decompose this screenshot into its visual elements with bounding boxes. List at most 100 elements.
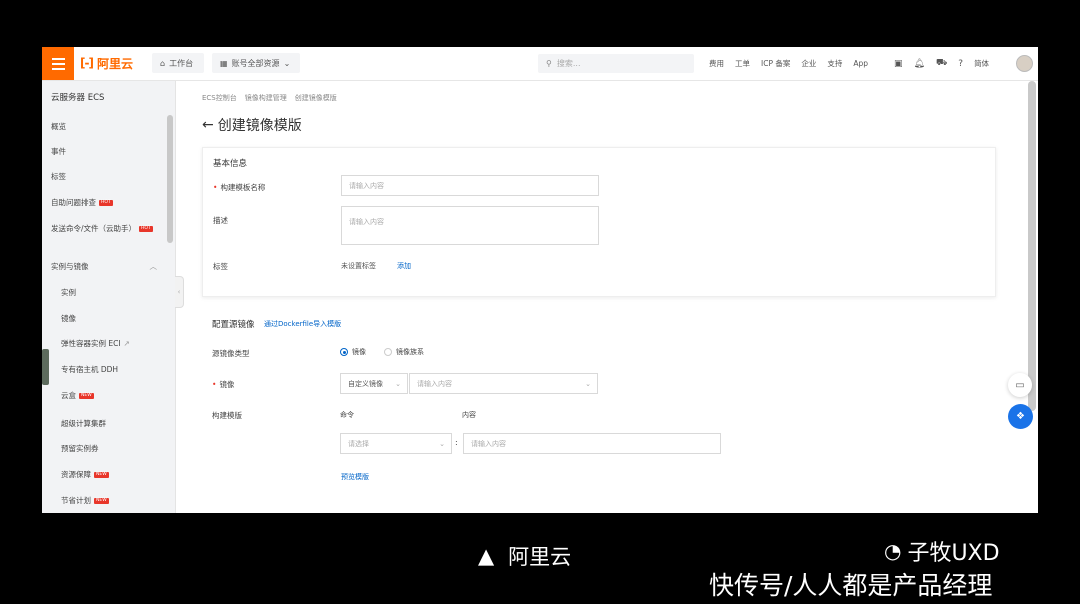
new-badge: NEW	[79, 392, 94, 399]
image-type-select[interactable]: 自定义镜像 ⌄	[340, 373, 408, 394]
source-type-option-family[interactable]: 镜像族系	[384, 347, 424, 357]
bell-icon[interactable]: 🔔︎	[914, 59, 925, 69]
top-navigation-bar: [-] 阿里云 ⌂ 工作台 ▦ 账号全部资源 ⌄ ⚲ 搜索... 费用 工单 I…	[42, 47, 1038, 81]
top-nav-links: 费用 工单 ICP 备案 企业 支持 App	[709, 47, 868, 80]
sidebar-item-overview[interactable]: 概览	[51, 121, 66, 132]
sidebar-item-events[interactable]: 事件	[51, 146, 66, 157]
sidebar-item-assurance[interactable]: 资源保障 NEW	[61, 469, 109, 480]
chevron-down-icon: ⌄	[395, 379, 401, 388]
chevron-down-icon: ⌄	[585, 379, 591, 388]
breadcrumb-ecs-console[interactable]: ECS控制台	[202, 93, 237, 103]
source-type-option-label: 镜像	[352, 348, 366, 356]
chat-icon[interactable]: ▭	[1008, 373, 1032, 397]
source-type-option-label: 镜像族系	[396, 348, 424, 356]
logo-text: 阿里云	[96, 56, 133, 71]
command-content-separator: :	[455, 438, 458, 447]
sidebar-item-label: 节省计划	[61, 496, 91, 505]
sidebar-item-eci[interactable]: 弹性容器实例 ECI ↗	[61, 338, 130, 349]
content-column-header: 内容	[462, 411, 476, 419]
nav-link-app[interactable]: App	[853, 59, 868, 68]
nav-link-support[interactable]: 支持	[827, 58, 842, 69]
help-icon[interactable]: ?	[958, 59, 963, 69]
sidebar-item-savings-plan[interactable]: 节省计划 NEW	[61, 495, 109, 506]
content-input[interactable]: 请输入内容	[463, 433, 721, 454]
build-template-label: 构建模版	[212, 411, 242, 420]
sidebar-item-images[interactable]: 镜像	[61, 313, 76, 324]
breadcrumb-image-builder[interactable]: 镜像构建管理	[245, 93, 287, 103]
tags-label: 标签	[213, 262, 228, 271]
sidebar-item-label: 实例	[61, 288, 76, 297]
nav-link-ticket[interactable]: 工单	[735, 58, 750, 69]
breadcrumb: ECS控制台 镜像构建管理 创建镜像模版	[202, 93, 337, 103]
sidebar-item-label: 自助问题排查	[51, 198, 96, 207]
wechat-icon: ◔	[884, 539, 902, 563]
sidebar-item-instances[interactable]: 实例	[61, 287, 76, 298]
site-watermark: 快传号/人人都是产品经理	[709, 571, 993, 600]
sidebar-item-troubleshoot[interactable]: 自助问题排查 HOT	[51, 197, 113, 208]
search-input[interactable]: ⚲ 搜索...	[538, 54, 694, 73]
sidebar-item-label: 资源保障	[61, 470, 91, 479]
caption-text: 阿里云	[508, 545, 572, 569]
template-name-input[interactable]: 请输入内容	[341, 175, 599, 196]
language-switch[interactable]: 简体	[974, 58, 989, 69]
sidebar-section-instances-images[interactable]: 实例与镜像 ︿	[51, 261, 157, 272]
sidebar-item-label: 云盒	[61, 391, 76, 400]
nav-link-billing[interactable]: 费用	[709, 58, 724, 69]
menu-icon[interactable]	[42, 47, 74, 80]
preview-template-link[interactable]: 预览模版	[341, 472, 369, 482]
image-search-input[interactable]: 请输入内容 ⌄	[409, 373, 598, 394]
source-type-label: 源镜像类型	[212, 349, 250, 358]
account-resources-dropdown[interactable]: ▦ 账号全部资源 ⌄	[212, 53, 300, 73]
sidebar-item-tags[interactable]: 标签	[51, 171, 66, 182]
search-placeholder: 搜索...	[556, 59, 581, 68]
sidebar-scrollbar[interactable]	[167, 115, 173, 243]
sidebar-item-reserved[interactable]: 预留实例券	[61, 443, 99, 454]
nav-link-icp[interactable]: ICP 备案	[761, 58, 790, 69]
basic-info-card: 基本信息 构建模板名称 请输入内容 描述 请输入内容 标签 未设置标签 添加	[202, 147, 996, 297]
sidebar-item-scc[interactable]: 超级计算集群	[61, 418, 106, 429]
dockerfile-import-link[interactable]: 通过Dockerfile导入模版	[264, 319, 341, 329]
avatar[interactable]	[1016, 55, 1033, 72]
home-icon: ⌂	[160, 58, 166, 68]
search-icon: ⚲	[546, 59, 552, 68]
sidebar-section-label: 实例与镜像	[51, 262, 89, 271]
sidebar-item-cloudbox[interactable]: 云盒 NEW	[61, 390, 94, 401]
cart-icon[interactable]: ⛟	[936, 58, 947, 69]
image-label: 镜像	[212, 379, 234, 390]
command-select-placeholder: 请选择	[348, 439, 369, 448]
sidebar-item-label: 标签	[51, 172, 66, 181]
description-textarea[interactable]: 请输入内容	[341, 206, 599, 245]
chevron-down-icon: ⌄	[439, 439, 445, 448]
back-arrow-icon[interactable]: ←	[202, 117, 214, 133]
sidebar-item-label: 镜像	[61, 314, 76, 323]
workbench-button[interactable]: ⌂ 工作台	[152, 53, 204, 73]
command-select[interactable]: 请选择 ⌄	[340, 433, 452, 454]
chevron-left-icon: ‹	[177, 288, 181, 296]
nav-link-enterprise[interactable]: 企业	[801, 58, 816, 69]
account-resources-label: 账号全部资源	[231, 58, 280, 68]
description-label: 描述	[213, 216, 228, 225]
source-image-title: 配置源镜像	[212, 320, 255, 330]
apps-icon[interactable]: ❖	[1008, 404, 1033, 429]
chevron-down-icon: ⌄	[283, 58, 291, 68]
sidebar-item-ddh[interactable]: 专有宿主机 DDH	[61, 364, 118, 375]
side-pull-tab[interactable]	[42, 349, 49, 385]
author-name: 子牧UXD	[907, 541, 1000, 566]
image-search-placeholder: 请输入内容	[417, 379, 452, 388]
top-nav-icons: ▣ 🔔︎ ⛟ ? 简体	[894, 47, 989, 80]
template-name-label: 构建模板名称	[213, 182, 265, 193]
add-tag-link[interactable]: 添加	[397, 261, 411, 271]
sidebar-item-send-command[interactable]: 发送命令/文件（云助手） HOT	[51, 223, 153, 234]
new-badge: NEW	[94, 471, 109, 478]
page-title-text: 创建镜像模版	[217, 118, 302, 134]
source-type-option-image[interactable]: 镜像	[340, 347, 366, 357]
aliyun-logo[interactable]: [-] 阿里云	[80, 55, 133, 71]
sidebar-item-label: 预留实例券	[61, 444, 99, 453]
main-scrollbar[interactable]	[1028, 81, 1036, 411]
sidebar-item-label: 事件	[51, 147, 66, 156]
sidebar-title: 云服务器 ECS	[51, 93, 105, 103]
sidebar-collapse-handle[interactable]: ‹	[175, 276, 184, 308]
new-badge: NEW	[94, 497, 109, 504]
tags-value: 未设置标签	[341, 262, 376, 270]
terminal-icon[interactable]: ▣	[894, 59, 903, 69]
